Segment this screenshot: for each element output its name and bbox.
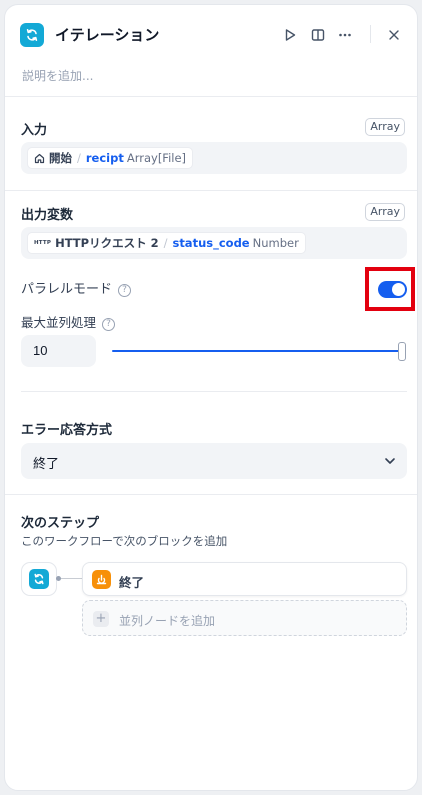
iteration-icon [20,23,44,47]
path-separator: / [77,151,81,165]
next-node-label: 終了 [119,575,145,590]
add-parallel-node-button[interactable]: + 並列ノードを追加 [82,600,407,636]
error-mode-value: 終了 [33,457,60,472]
current-node [21,562,57,596]
next-node-end[interactable]: 終了 [82,562,407,596]
add-parallel-node-label: 並列ノードを追加 [119,614,216,628]
header-separator [370,25,371,43]
max-parallel-input[interactable]: 10 [21,335,96,367]
output-variable-chip[interactable]: HTTP HTTPリクエスト 2 / status_code Number [27,232,306,254]
more-icon [339,33,351,37]
output-source-node: HTTPリクエスト 2 [55,236,159,250]
input-variable-name: recipt [85,151,124,165]
input-source-node: 開始 [49,151,72,165]
page-title[interactable]: イテレーション [55,24,159,45]
input-type-badge: Array [365,118,405,136]
next-step-subtitle: このワークフローで次のブロックを追加 [21,534,228,548]
iteration-icon [29,569,49,589]
input-variable-chip[interactable]: 開始 / recipt Array[File] [27,147,194,169]
output-label: 出力変数 [21,208,74,223]
home-icon [34,153,45,163]
divider [5,190,417,191]
play-icon [285,29,296,41]
panel-header: イテレーション [5,5,417,65]
path-separator: / [163,236,168,250]
output-variable-field[interactable]: HTTP HTTPリクエスト 2 / status_code Number [21,227,407,259]
parallel-mode-toggle[interactable] [378,281,407,298]
output-variable-type: Number [252,236,299,250]
input-variable-field[interactable]: 開始 / recipt Array[File] [21,142,407,174]
run-button[interactable] [279,24,301,46]
error-mode-label: エラー応答方式 [21,423,113,438]
description-input[interactable]: 説明を追加... [22,67,93,84]
flow-connector [56,576,82,581]
http-icon: HTTP [34,240,52,246]
plus-icon: + [93,611,109,627]
close-button[interactable] [383,24,405,46]
max-parallel-slider-thumb[interactable] [398,342,406,361]
next-step-label: 次のステップ [21,516,100,531]
divider [21,391,407,392]
iteration-panel: イテレーション 説明を追加... 入力 Array 開始 / recipt Ar… [4,4,418,791]
parallel-mode-row: パラレルモード? [21,278,132,297]
input-variable-type: Array[File] [126,151,187,165]
error-mode-select[interactable]: 終了 [21,443,407,479]
max-parallel-slider-track[interactable] [112,350,402,352]
more-button[interactable] [334,24,356,46]
end-icon [92,570,111,589]
split-view-button[interactable] [307,24,329,46]
divider [5,96,417,97]
input-label: 入力 [21,123,48,138]
max-parallel-label: 最大並列処理 [21,315,97,330]
chevron-down-icon [385,458,395,464]
split-view-icon [311,29,325,41]
close-icon [389,30,399,40]
help-icon[interactable]: ? [118,284,132,297]
max-parallel-row: 最大並列処理? [21,312,116,331]
output-type-badge: Array [365,203,405,221]
help-icon[interactable]: ? [102,318,116,331]
parallel-mode-label: パラレルモード [21,282,113,297]
output-variable-name: status_code [172,236,250,250]
divider [5,494,417,495]
toggle-knob [392,283,405,296]
